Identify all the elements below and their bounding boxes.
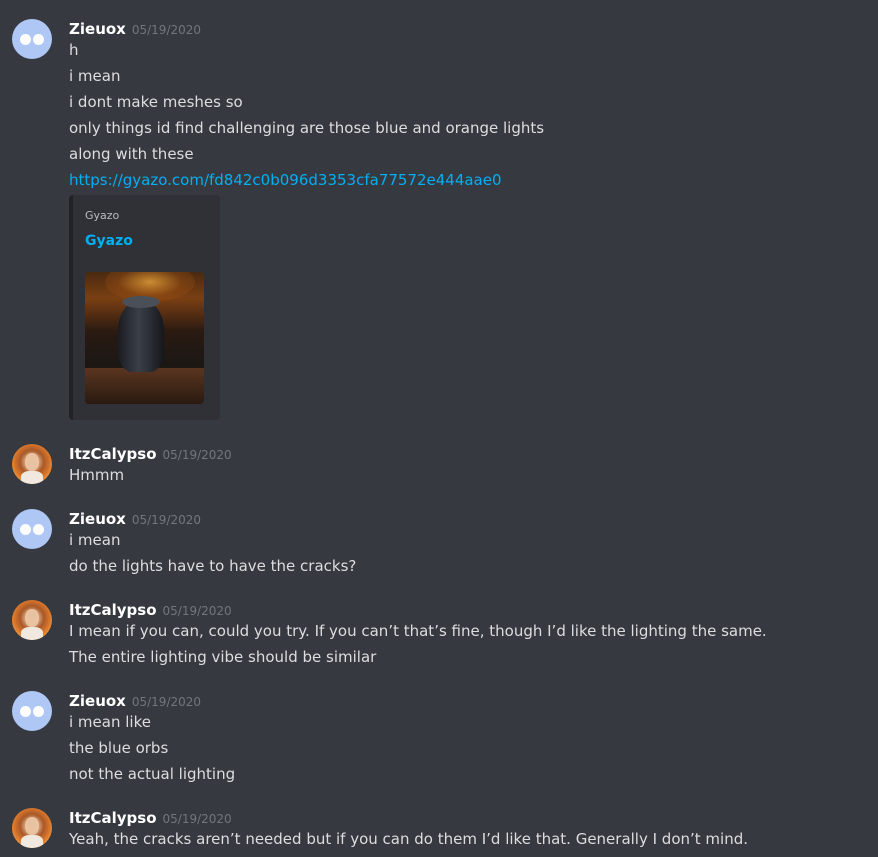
chat-messages: Zieuox 05/19/2020 h i mean i dont make me… bbox=[0, 0, 878, 857]
avatar-eye-right bbox=[33, 524, 44, 535]
message-header: Zieuox 05/19/2020 bbox=[69, 691, 201, 711]
message-header: Zieuox 05/19/2020 bbox=[69, 509, 201, 529]
timestamp: 05/19/2020 bbox=[131, 513, 202, 527]
message-header: ItzCalypso 05/19/2020 bbox=[69, 444, 232, 464]
avatar[interactable] bbox=[12, 600, 52, 640]
message-text: Hmmm bbox=[69, 466, 125, 484]
avatar-body bbox=[21, 627, 43, 640]
message-link[interactable]: https://gyazo.com/fd842c0b096d3353cfa775… bbox=[69, 171, 502, 189]
message-text: i dont make meshes so bbox=[69, 93, 243, 111]
avatar[interactable] bbox=[12, 808, 52, 848]
avatar[interactable] bbox=[12, 444, 52, 484]
message-text: I mean if you can, could you try. If you… bbox=[69, 622, 767, 640]
username[interactable]: ItzCalypso bbox=[69, 445, 157, 463]
message-text: do the lights have to have the cracks? bbox=[69, 557, 357, 575]
timestamp: 05/19/2020 bbox=[162, 812, 232, 826]
message-text: i mean bbox=[69, 67, 121, 85]
avatar[interactable] bbox=[12, 509, 52, 549]
username[interactable]: Zieuox bbox=[69, 510, 126, 528]
message-header: ItzCalypso 05/19/2020 bbox=[69, 808, 232, 828]
message-text: The entire lighting vibe should be simil… bbox=[69, 648, 377, 666]
embed-provider[interactable]: Gyazo bbox=[85, 209, 119, 222]
message-text: h bbox=[69, 41, 79, 59]
thumbnail-shelf bbox=[85, 368, 204, 404]
username[interactable]: Zieuox bbox=[69, 692, 126, 710]
timestamp: 05/19/2020 bbox=[131, 695, 202, 709]
username[interactable]: ItzCalypso bbox=[69, 601, 157, 619]
avatar-body bbox=[21, 835, 43, 848]
message-text: Yeah, the cracks aren’t needed but if yo… bbox=[69, 830, 749, 848]
message-text: i mean bbox=[69, 531, 121, 549]
message-text: only things id find challenging are thos… bbox=[69, 119, 545, 137]
embed-thumbnail-image[interactable] bbox=[85, 272, 204, 404]
avatar[interactable] bbox=[12, 19, 52, 59]
avatar-eye-right bbox=[33, 34, 44, 45]
avatar-face bbox=[25, 453, 39, 471]
timestamp: 05/19/2020 bbox=[162, 448, 232, 462]
avatar-eye-right bbox=[33, 706, 44, 717]
avatar-face bbox=[25, 609, 39, 627]
message-text: along with these bbox=[69, 145, 194, 163]
message-text: i mean like bbox=[69, 713, 151, 731]
thumbnail-vase bbox=[118, 302, 164, 372]
message-text: not the actual lighting bbox=[69, 765, 236, 783]
timestamp: 05/19/2020 bbox=[162, 604, 232, 618]
avatar-face bbox=[25, 817, 39, 835]
avatar-body bbox=[21, 471, 43, 484]
avatar-eye-left bbox=[20, 524, 31, 535]
thumbnail-vase-rim bbox=[122, 296, 160, 308]
message-text: the blue orbs bbox=[69, 739, 169, 757]
message-header: Zieuox 05/19/2020 bbox=[69, 19, 201, 39]
avatar[interactable] bbox=[12, 691, 52, 731]
username[interactable]: Zieuox bbox=[69, 20, 126, 38]
embed-title[interactable]: Gyazo bbox=[85, 233, 133, 249]
username[interactable]: ItzCalypso bbox=[69, 809, 157, 827]
link-embed: Gyazo Gyazo bbox=[69, 195, 220, 420]
avatar-eye-left bbox=[20, 34, 31, 45]
avatar-eye-left bbox=[20, 706, 31, 717]
timestamp: 05/19/2020 bbox=[131, 23, 202, 37]
message-link-line: https://gyazo.com/fd842c0b096d3353cfa775… bbox=[69, 170, 502, 190]
message-header: ItzCalypso 05/19/2020 bbox=[69, 600, 232, 620]
